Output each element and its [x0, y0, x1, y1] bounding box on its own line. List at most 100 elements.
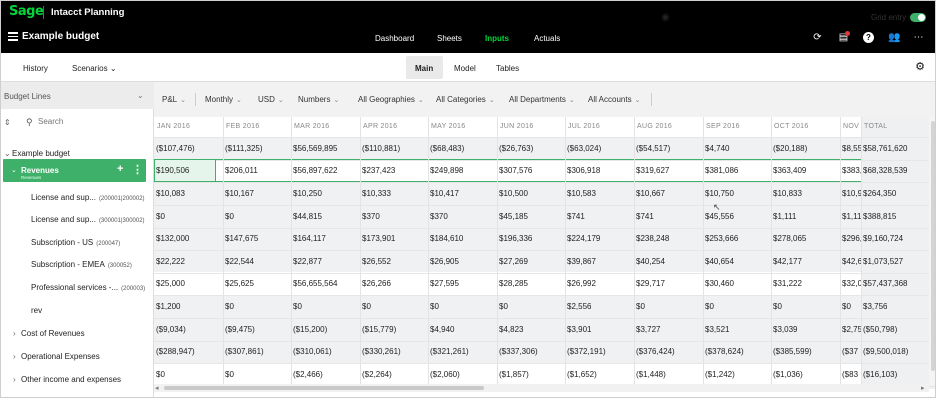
total-cell[interactable]: ($9,500,018)	[863, 347, 936, 356]
grid-cell[interactable]: ($1,652)	[567, 370, 634, 379]
grid-cell[interactable]: $10,417	[430, 189, 497, 198]
grid-cell[interactable]: $39,867	[567, 257, 634, 266]
grid-cell[interactable]: $0	[225, 370, 291, 379]
grid-cell[interactable]: $1,200	[156, 302, 223, 311]
kebab-menu-icon[interactable]: ⋮	[132, 163, 143, 176]
grid-cell[interactable]: $206,011	[225, 166, 291, 175]
grid-cell[interactable]: $22,544	[225, 257, 291, 266]
total-cell[interactable]: $9,160,724	[863, 234, 936, 243]
grid-cell[interactable]: $741	[636, 212, 703, 221]
tree-group-other-income[interactable]: › Other income and expenses	[0, 368, 154, 390]
filter-format[interactable]: Numbers ⌄	[298, 95, 339, 104]
grid-cell[interactable]: $306,918	[567, 166, 634, 175]
filter-accounts[interactable]: All Accounts ⌄	[588, 95, 640, 104]
grid-cell[interactable]: $10,833	[773, 189, 840, 198]
grid-cell[interactable]: $363,409	[773, 166, 840, 175]
grid-cell[interactable]: $25,625	[225, 279, 291, 288]
gear-icon[interactable]: ⚙	[914, 61, 926, 73]
grid-cell[interactable]: ($1,857)	[499, 370, 565, 379]
grid-cell[interactable]: $0	[156, 370, 223, 379]
grid-cell[interactable]: $26,266	[362, 279, 428, 288]
grid-cell[interactable]: $190,506	[156, 166, 223, 175]
grid-cell[interactable]: $0	[225, 302, 291, 311]
filter-currency[interactable]: USD ⌄	[258, 95, 284, 104]
grid-cell[interactable]: $42,177	[773, 257, 840, 266]
scenarios-dropdown[interactable]: Scenarios ⌄	[72, 64, 117, 73]
budget-title[interactable]: Example budget	[22, 31, 99, 42]
grid-cell[interactable]: $1,11	[842, 212, 861, 221]
grid-cell[interactable]: ($376,424)	[636, 347, 703, 356]
grid-cell[interactable]: $383,	[842, 166, 861, 175]
grid-cell[interactable]: $132,000	[156, 234, 223, 243]
grid-cell[interactable]: $27,269	[499, 257, 565, 266]
grid-cell[interactable]: $238,248	[636, 234, 703, 243]
total-cell[interactable]: $1,073,527	[863, 257, 936, 266]
grid-cell[interactable]: $25,000	[156, 279, 223, 288]
grid-cell[interactable]: $8,55	[842, 144, 861, 153]
scroll-thumb[interactable]	[164, 386, 484, 390]
tab-main[interactable]: Main	[415, 64, 433, 73]
grid-cell[interactable]: ($1,242)	[705, 370, 771, 379]
total-cell[interactable]: $3,756	[863, 302, 936, 311]
grid-cell[interactable]: $0	[156, 212, 223, 221]
grid-cell[interactable]: ($378,624)	[705, 347, 771, 356]
grid-cell[interactable]: $10,667	[636, 189, 703, 198]
grid-cell[interactable]: ($1,448)	[636, 370, 703, 379]
grid-cell[interactable]: $56,655,564	[293, 279, 360, 288]
tab-model[interactable]: Model	[454, 64, 476, 73]
grid-cell[interactable]: $3,039	[773, 325, 840, 334]
grid-cell[interactable]: ($1,036)	[773, 370, 840, 379]
grid-cell[interactable]: $10,333	[362, 189, 428, 198]
grid-cell[interactable]: $26,992	[567, 279, 634, 288]
grid-cell[interactable]: ($9,475)	[225, 325, 291, 334]
filter-geographies[interactable]: All Geographies ⌄	[358, 95, 424, 104]
grid-cell[interactable]: $0	[705, 302, 771, 311]
expand-collapse-icon[interactable]: ⇕	[4, 118, 11, 127]
grid-cell[interactable]: $10,083	[156, 189, 223, 198]
grid-cell[interactable]: $28,285	[499, 279, 565, 288]
grid-cell[interactable]: ($310,061)	[293, 347, 360, 356]
grid-cell[interactable]: $4,823	[499, 325, 565, 334]
tree-item[interactable]: License and sup... (300001|300002)	[0, 208, 154, 230]
grid-cell[interactable]: $56,897,622	[293, 166, 360, 175]
grid-cell[interactable]: ($2,264)	[362, 370, 428, 379]
grid-cell[interactable]: $307,576	[499, 166, 565, 175]
grid-cell[interactable]: ($9,034)	[156, 325, 223, 334]
filter-departments[interactable]: All Departments ⌄	[509, 95, 575, 104]
grid-cell[interactable]: $370	[430, 212, 497, 221]
grid-cell[interactable]: ($107,476)	[156, 144, 223, 153]
grid-cell[interactable]: $0	[636, 302, 703, 311]
grid-cell[interactable]: $40,654	[705, 257, 771, 266]
grid-cell[interactable]: ($110,881)	[362, 144, 428, 153]
tree-item[interactable]: rev	[0, 299, 154, 321]
grid-cell[interactable]: $3,901	[567, 325, 634, 334]
grid-cell[interactable]: $26,905	[430, 257, 497, 266]
grid-cell[interactable]: $2,556	[567, 302, 634, 311]
grid-cell[interactable]: ($83	[842, 370, 861, 379]
grid-cell[interactable]: ($385,599)	[773, 347, 840, 356]
grid-cell[interactable]: $296,	[842, 234, 861, 243]
horizontal-scrollbar[interactable]: ◂ ▸	[154, 384, 929, 392]
grid-cell[interactable]: $173,901	[362, 234, 428, 243]
tree-item[interactable]: Subscription - EMEA (300052)	[0, 253, 154, 275]
add-icon[interactable]: +	[117, 163, 123, 175]
grid-cell[interactable]: $0	[293, 302, 360, 311]
grid-cell[interactable]: $27,595	[430, 279, 497, 288]
nav-dashboard[interactable]: Dashboard	[375, 34, 414, 43]
grid-cell[interactable]: $0	[842, 302, 861, 311]
tree-group-operational-expenses[interactable]: › Operational Expenses	[0, 345, 154, 367]
total-cell[interactable]: ($16,103)	[863, 370, 936, 379]
vertical-scrollbar[interactable]	[929, 117, 936, 385]
grid-cell[interactable]: $40,254	[636, 257, 703, 266]
more-icon[interactable]: ⋯	[913, 32, 924, 43]
refresh-icon[interactable]: ⟳	[812, 32, 823, 43]
grid-cell[interactable]: $10,750	[705, 189, 771, 198]
grid-cell[interactable]: $42,6	[842, 257, 861, 266]
grid-cell[interactable]: $224,179	[567, 234, 634, 243]
grid-cell[interactable]: $30,460	[705, 279, 771, 288]
grid-cell[interactable]: $741	[567, 212, 634, 221]
filter-period[interactable]: Monthly ⌄	[205, 95, 242, 104]
grid-cell[interactable]: ($15,779)	[362, 325, 428, 334]
tree-item[interactable]: Professional services -... (200003)	[0, 276, 154, 298]
grid-cell[interactable]: $319,627	[636, 166, 703, 175]
